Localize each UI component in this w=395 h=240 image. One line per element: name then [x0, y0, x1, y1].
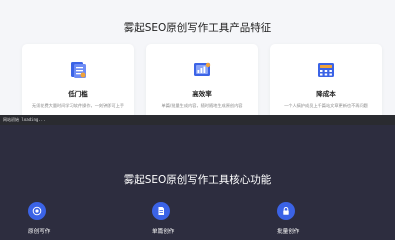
section-title: 雾起SEO原创写作工具产品特征	[123, 22, 272, 34]
document-icon	[152, 202, 170, 220]
feature-card-low-barrier: 低门槛 无须花费大量时间学习软件操作，一刻钟即可上手	[22, 44, 134, 124]
core-features-section: 雾起SEO原创写作工具核心功能 原创写作 单篇创作 批量创作	[0, 125, 395, 240]
core-feature-original-writing[interactable]: 原创写作	[28, 202, 98, 235]
feature-card-high-efficiency: 高效率 单篇/批量生成内容，随时随地生成原创内容	[146, 44, 258, 124]
section-title: 雾起SEO原创写作工具核心功能	[123, 174, 272, 186]
loading-status-text: 网站初始 loading...	[3, 117, 46, 122]
card-title: 降成本	[316, 90, 336, 98]
loading-status-bar: 网站初始 loading...	[0, 115, 395, 125]
calculator-icon	[318, 63, 334, 77]
analytics-icon	[194, 62, 211, 76]
card-description: 无须花费大量时间学习软件操作，一刻钟即可上手	[31, 103, 125, 108]
lock-icon	[277, 202, 295, 220]
target-icon	[28, 202, 46, 220]
card-description: 单篇/批量生成内容，随时随地生成原创内容	[161, 103, 243, 108]
card-title: 高效率	[192, 90, 212, 98]
card-title: 低门槛	[68, 90, 88, 98]
feature-card-reduce-cost: 降成本 一个人搞护成员上千篇站文章更新也不再问题	[270, 44, 382, 124]
product-features-section: 雾起SEO原创写作工具产品特征 低门槛 无须花费大量时间学习软件操作，一刻钟即可…	[0, 0, 395, 124]
card-description: 一个人搞护成员上千篇站文章更新也不再问题	[284, 103, 368, 108]
core-feature-batch-creation[interactable]: 批量创作	[277, 202, 347, 235]
core-feature-single-creation[interactable]: 单篇创作	[152, 202, 222, 235]
core-feature-label: 批量创作	[277, 229, 300, 235]
core-feature-label: 原创写作	[28, 229, 51, 235]
document-icon	[71, 62, 86, 78]
core-feature-label: 单篇创作	[152, 229, 175, 235]
